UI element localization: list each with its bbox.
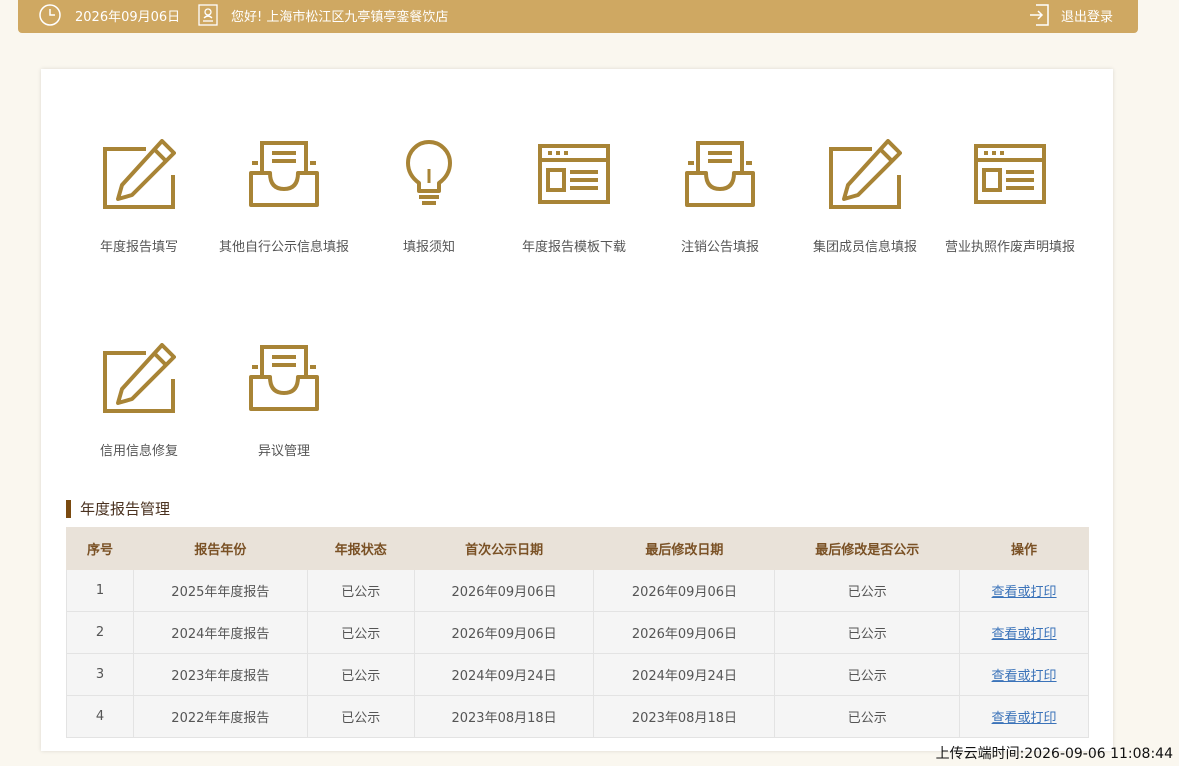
main-card: 年度报告填写 其他自行公示信息填报 填报须知 年度报告模板下载 注销公告填报 集… (41, 69, 1113, 751)
menu-item-credit-repair[interactable]: 信用信息修复 (66, 342, 212, 459)
logout-button[interactable]: 退出登录 (1028, 0, 1113, 30)
menu-item-objection-management[interactable]: 异议管理 (211, 342, 357, 459)
last-modified-published: 已公示 (774, 569, 961, 612)
menu-item-label: 年度报告模板下载 (521, 240, 626, 255)
report-year: 2025年年度报告 (132, 569, 308, 612)
pencil-edit-icon (66, 138, 212, 210)
menu-item-annual-report-fill[interactable]: 年度报告填写 (66, 138, 212, 255)
logout-icon (1028, 3, 1050, 27)
report-year: 2022年年度报告 (132, 695, 308, 738)
column-header: 最后修改是否公示 (774, 527, 961, 570)
pencil-edit-icon (66, 342, 212, 414)
upload-timestamp: 上传云端时间:2026-09-06 11:08:44 (935, 746, 1173, 762)
menu-item-license-void[interactable]: 营业执照作废声明填报 (937, 138, 1083, 255)
lightbulb-icon (356, 138, 502, 210)
last-modified-published: 已公示 (774, 653, 961, 696)
first-publish-date: 2024年09月24日 (413, 653, 595, 696)
user-badge-icon (198, 4, 218, 26)
clock-icon (38, 3, 62, 27)
last-modified-date: 2026年09月06日 (593, 611, 776, 654)
column-header: 序号 (66, 527, 134, 570)
web-template-icon (501, 138, 647, 210)
view-print-link[interactable]: 查看或打印 (992, 711, 1057, 726)
first-publish-date: 2026年09月06日 (413, 569, 595, 612)
view-print-link[interactable]: 查看或打印 (992, 585, 1057, 600)
report-year: 2023年年度报告 (132, 653, 308, 696)
menu-item-template-download[interactable]: 年度报告模板下载 (501, 138, 647, 255)
report-year: 2024年年度报告 (132, 611, 308, 654)
current-date: 2026年09月06日 (75, 9, 181, 25)
annual-report-table: 序号 报告年份 年报状态 首次公示日期 最后修改日期 最后修改是否公示 操作 1… (66, 527, 1089, 738)
inbox-tray-icon (211, 342, 357, 414)
report-status: 已公示 (306, 611, 415, 654)
last-modified-date: 2023年08月18日 (593, 695, 776, 738)
pencil-edit-icon (792, 138, 938, 210)
table-row: 3 2023年年度报告 已公示 2024年09月24日 2024年09月24日 … (66, 653, 1089, 696)
last-modified-date: 2024年09月24日 (593, 653, 776, 696)
inbox-tray-icon (211, 138, 357, 210)
inbox-tray-icon (647, 138, 793, 210)
menu-item-cancellation-notice[interactable]: 注销公告填报 (647, 138, 793, 255)
table-row: 4 2022年年度报告 已公示 2023年08月18日 2023年08月18日 … (66, 695, 1089, 738)
menu-item-label: 信用信息修复 (99, 444, 178, 459)
column-header: 最后修改日期 (593, 527, 776, 570)
column-header: 操作 (959, 527, 1089, 570)
row-index: 2 (66, 611, 134, 654)
view-print-link[interactable]: 查看或打印 (992, 669, 1057, 684)
menu-item-group-members[interactable]: 集团成员信息填报 (792, 138, 938, 255)
last-modified-date: 2026年09月06日 (593, 569, 776, 612)
menu-item-other-disclosure[interactable]: 其他自行公示信息填报 (211, 138, 357, 255)
view-print-link[interactable]: 查看或打印 (992, 627, 1057, 642)
greeting-text: 您好! 上海市松江区九亭镇亭銮餐饮店 (231, 9, 449, 25)
menu-item-label: 集团成员信息填报 (812, 240, 917, 255)
menu-item-label: 注销公告填报 (680, 240, 759, 255)
last-modified-published: 已公示 (774, 695, 961, 738)
table-row: 2 2024年年度报告 已公示 2026年09月06日 2026年09月06日 … (66, 611, 1089, 654)
user-greeting: 您好! 上海市松江区九亭镇亭銮餐饮店 (198, 0, 448, 30)
report-status: 已公示 (306, 695, 415, 738)
report-status: 已公示 (306, 653, 415, 696)
table-header-row: 序号 报告年份 年报状态 首次公示日期 最后修改日期 最后修改是否公示 操作 (66, 527, 1089, 570)
row-index: 4 (66, 695, 134, 738)
date-display: 2026年09月06日 (38, 0, 180, 30)
column-header: 首次公示日期 (413, 527, 595, 570)
column-header: 报告年份 (132, 527, 308, 570)
web-template-icon (937, 138, 1083, 210)
row-index: 1 (66, 569, 134, 612)
top-bar: 2026年09月06日 您好! 上海市松江区九亭镇亭銮餐饮店 退出登录 (18, 0, 1138, 33)
column-header: 年报状态 (306, 527, 415, 570)
logout-label: 退出登录 (1061, 9, 1114, 25)
row-index: 3 (66, 653, 134, 696)
menu-item-label: 年度报告填写 (99, 240, 178, 255)
report-status: 已公示 (306, 569, 415, 612)
table-row: 1 2025年年度报告 已公示 2026年09月06日 2026年09月06日 … (66, 569, 1089, 612)
menu-item-label: 营业执照作废声明填报 (944, 240, 1075, 255)
first-publish-date: 2026年09月06日 (413, 611, 595, 654)
menu-item-label: 其他自行公示信息填报 (218, 240, 349, 255)
last-modified-published: 已公示 (774, 611, 961, 654)
menu-item-filing-notice[interactable]: 填报须知 (356, 138, 502, 255)
first-publish-date: 2023年08月18日 (413, 695, 595, 738)
section-title: 年度报告管理 (66, 500, 170, 518)
menu-item-label: 填报须知 (402, 240, 455, 255)
menu-item-label: 异议管理 (257, 444, 310, 459)
